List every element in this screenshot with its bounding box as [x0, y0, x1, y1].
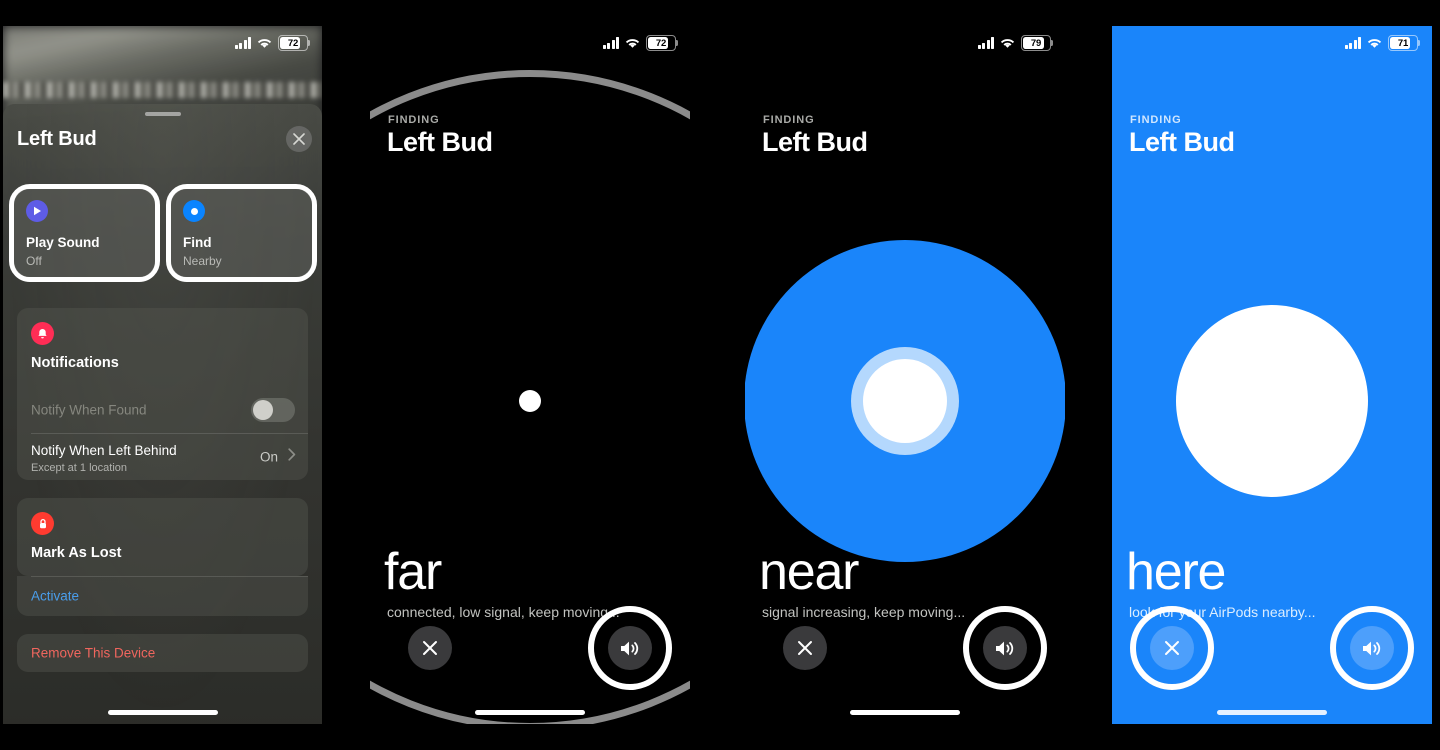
- find-dot-icon: [183, 200, 205, 222]
- find-card[interactable]: Find Nearby: [171, 189, 312, 277]
- blurred-map-detail: [3, 82, 322, 98]
- finding-controls: [1112, 606, 1432, 704]
- home-indicator: [107, 710, 218, 715]
- finding-controls: [745, 606, 1065, 704]
- lock-icon: [31, 512, 54, 535]
- battery-icon: 72: [278, 35, 311, 51]
- activate-link: Activate: [31, 588, 80, 604]
- proximity-blob-core: [863, 359, 947, 443]
- battery-level: 72: [655, 37, 667, 49]
- notify-when-left-behind-sub: Except at 1 location: [31, 462, 128, 474]
- play-sound-card[interactable]: Play Sound Off: [14, 189, 155, 277]
- screenshot-stage: 72 Left Bud Play Sound Off Find Nearby N…: [0, 0, 1440, 750]
- notify-when-found-label: Notify When Found: [31, 402, 147, 417]
- play-sound-button[interactable]: [1350, 626, 1394, 670]
- sheet-grabber[interactable]: [144, 112, 181, 116]
- quick-action-cards: Play Sound Off Find Nearby: [9, 184, 317, 282]
- wifi-icon: [1000, 37, 1015, 49]
- status-bar: 71: [1112, 26, 1432, 60]
- cellular-bars-icon: [234, 37, 251, 49]
- home-indicator: [475, 710, 585, 715]
- wifi-icon: [257, 37, 272, 49]
- close-icon: [423, 641, 437, 655]
- close-icon: [293, 133, 305, 145]
- device-name: Left Bud: [762, 127, 868, 157]
- close-button[interactable]: [286, 126, 312, 152]
- notifications-group: Notifications Notify When Found Notify W…: [17, 308, 308, 480]
- bell-icon: [31, 322, 54, 345]
- status-bar: 72: [3, 26, 322, 60]
- play-sound-button[interactable]: [608, 626, 652, 670]
- activate-row[interactable]: Activate: [17, 576, 308, 616]
- cellular-bars-icon: [1344, 37, 1361, 49]
- cellular-bars-icon: [977, 37, 994, 49]
- battery-level: 72: [287, 37, 299, 49]
- play-sound-button[interactable]: [983, 626, 1027, 670]
- close-button[interactable]: [783, 626, 827, 670]
- mark-as-lost-title: Mark As Lost: [31, 545, 122, 561]
- find-card-highlight: Find Nearby: [166, 184, 317, 282]
- wifi-icon: [625, 37, 640, 49]
- battery-icon: 79: [1021, 35, 1054, 51]
- distance-state: here: [1126, 543, 1226, 601]
- play-sound-card-highlight: Play Sound Off: [9, 184, 160, 282]
- play-sound-status: Off: [26, 254, 42, 268]
- distance-state: near: [759, 543, 859, 601]
- mark-as-lost-group: Mark As Lost: [17, 498, 308, 576]
- notify-when-left-behind-row[interactable]: Notify When Left Behind Except at 1 loca…: [17, 433, 308, 480]
- notify-when-found-row[interactable]: Notify When Found: [17, 386, 308, 433]
- notify-when-found-toggle[interactable]: [251, 397, 295, 422]
- find-label: Find: [183, 235, 212, 250]
- panel-device-detail: 72 Left Bud Play Sound Off Find Nearby N…: [3, 26, 322, 724]
- finding-eyebrow: FINDING: [763, 114, 815, 126]
- find-status: Nearby: [183, 254, 222, 268]
- status-bar: 79: [745, 26, 1065, 60]
- remove-device-row[interactable]: Remove This Device: [17, 634, 308, 672]
- status-bar: 72: [370, 26, 690, 60]
- close-icon: [798, 641, 812, 655]
- battery-icon: 71: [1388, 35, 1421, 51]
- battery-level: 71: [1397, 37, 1409, 49]
- close-button[interactable]: [408, 626, 452, 670]
- finding-controls: [370, 606, 690, 704]
- panel-precision-finding-here: 71 FINDING Left Bud here look for your A…: [1112, 26, 1432, 724]
- home-indicator: [850, 710, 960, 715]
- target-dot: [519, 390, 541, 412]
- play-sound-icon: [26, 200, 48, 222]
- remove-device-label: Remove This Device: [31, 645, 156, 661]
- panel-precision-finding-near: 79 FINDING Left Bud near signal increasi…: [745, 26, 1065, 724]
- device-name: Left Bud: [387, 127, 493, 157]
- chevron-right-icon: [288, 447, 296, 466]
- wifi-icon: [1367, 37, 1382, 49]
- speaker-icon: [996, 641, 1014, 655]
- close-icon: [1165, 641, 1179, 655]
- close-button[interactable]: [1150, 626, 1194, 670]
- distance-state: far: [384, 543, 442, 601]
- finding-eyebrow: FINDING: [388, 114, 440, 126]
- device-name: Left Bud: [1129, 127, 1235, 157]
- battery-level: 79: [1030, 37, 1042, 49]
- notifications-title: Notifications: [31, 355, 119, 371]
- panel-precision-finding-far: 72 FINDING Left Bud far connected, low s…: [370, 26, 690, 724]
- proximity-blob: [1176, 305, 1368, 497]
- speaker-icon: [621, 641, 639, 655]
- sheet-header: Left Bud: [17, 122, 312, 156]
- notify-when-left-behind-label: Notify When Left Behind: [31, 443, 177, 458]
- speaker-icon: [1363, 641, 1381, 655]
- finding-eyebrow: FINDING: [1130, 114, 1182, 126]
- cellular-bars-icon: [602, 37, 619, 49]
- battery-icon: 72: [646, 35, 679, 51]
- home-indicator: [1217, 710, 1327, 715]
- page-title: Left Bud: [17, 127, 97, 150]
- notify-when-left-behind-value: On: [259, 449, 278, 464]
- play-sound-label: Play Sound: [26, 235, 100, 250]
